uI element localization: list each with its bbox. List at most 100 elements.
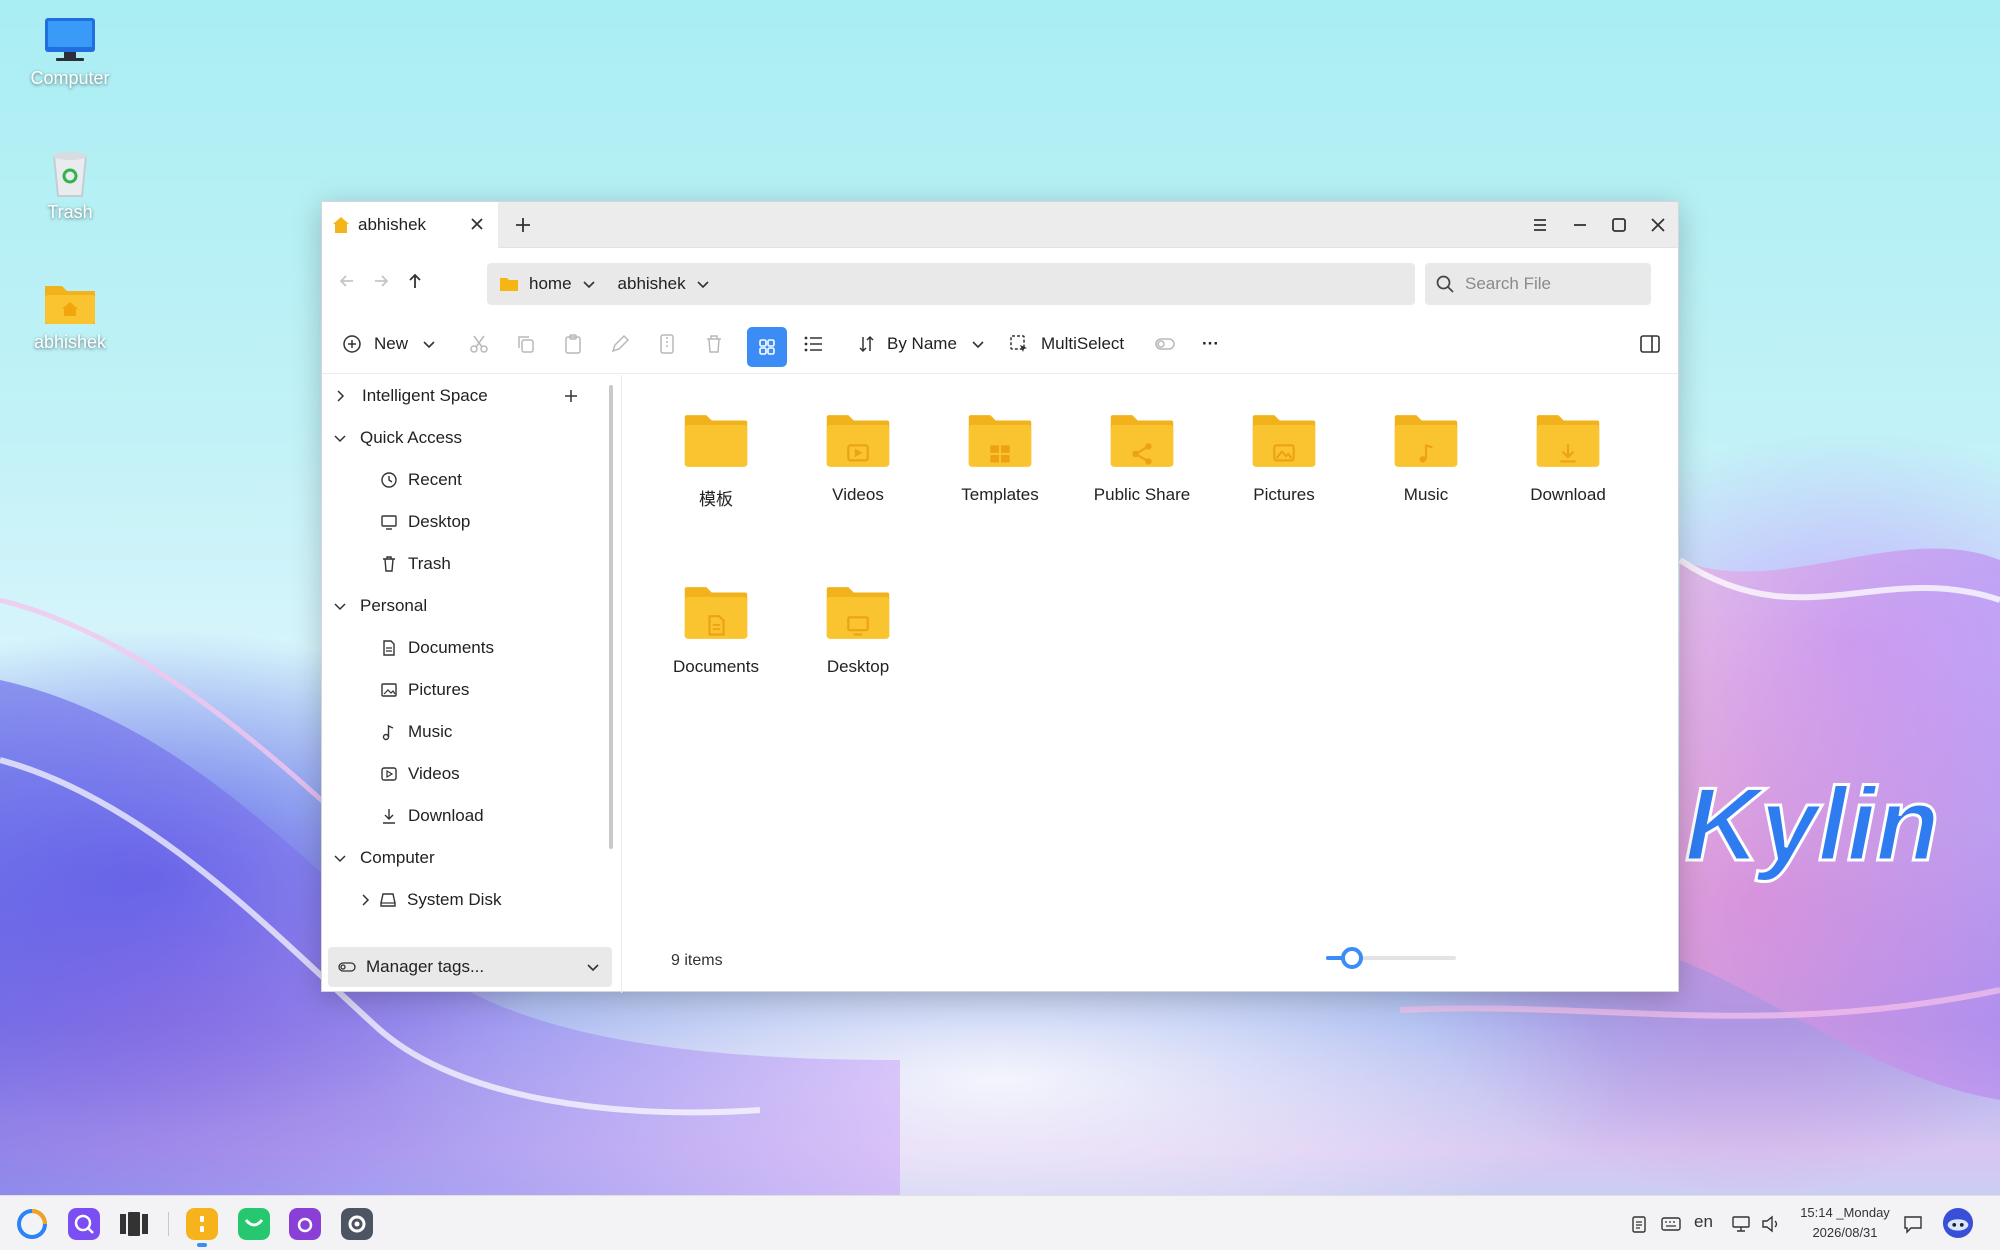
search-input[interactable] [1465,274,1635,294]
multiselect-button[interactable]: MultiSelect [1009,328,1124,360]
disk-icon [380,893,396,907]
file-name: Templates [961,485,1039,504]
search-box[interactable] [1425,263,1651,305]
tab-abhishek[interactable]: abhishek [322,202,498,248]
compress-icon[interactable] [654,331,680,357]
screenshot-app-icon[interactable] [289,1208,321,1240]
paste-icon[interactable] [560,331,586,357]
sidebar-item-label: Intelligent Space [362,386,488,405]
zoom-slider[interactable] [1326,943,1466,973]
sidebar-section-personal[interactable]: Personal [332,589,622,623]
search-app-icon[interactable] [68,1208,100,1240]
file-item-music[interactable]: Music [1355,377,1497,517]
multitask-view-icon[interactable] [118,1208,150,1240]
music-note-icon [382,724,394,741]
taskbar: en 15:14 _Monday 2026/08/31 [0,1195,2000,1250]
file-item-public-share[interactable]: Public Share [1071,377,1213,517]
zoom-handle[interactable] [1341,947,1363,969]
sidebar-item-label: Music [408,722,453,741]
plus-circle-icon [343,335,361,353]
sort-icon [859,335,874,353]
keyboard-icon[interactable] [1660,1213,1682,1235]
file-name: Download [1530,485,1606,504]
toggle-icon[interactable] [1152,331,1178,357]
network-icon[interactable] [1730,1213,1752,1235]
desktop-icon-computer[interactable]: Computer [10,16,130,89]
clock-time: 15:14 _Monday [1800,1205,1890,1220]
item-count: 9 items [671,952,723,969]
breadcrumb-home[interactable]: home [529,274,618,294]
file-item-desktop[interactable]: Desktop [787,549,929,689]
clipboard-icon[interactable] [1628,1213,1650,1235]
file-item-documents[interactable]: Documents [645,549,787,689]
tab-title: abhishek [358,215,427,234]
breadcrumb-abhishek[interactable]: abhishek [618,274,732,294]
new-button[interactable]: New [342,328,436,360]
add-space-icon[interactable] [562,387,580,405]
chevron-down-icon[interactable] [696,277,710,291]
chevron-right-icon [337,390,345,402]
sidebar-item-label: Download [408,806,484,825]
list-view-icon[interactable] [801,331,827,357]
sort-button[interactable]: By Name [857,328,985,360]
rename-pencil-icon[interactable] [607,331,633,357]
minimize-icon[interactable] [1567,212,1593,238]
sidebar-section-quick-access[interactable]: Quick Access [332,421,622,455]
file-item-templates[interactable]: Templates [929,377,1071,517]
up-arrow-icon[interactable] [402,268,428,294]
desktop-icon-label: Computer [30,68,110,88]
navigation-bar: home abhishek [322,248,1678,314]
menu-icon[interactable] [1527,212,1553,238]
settings-app-icon[interactable] [341,1208,373,1240]
sidebar-item-label: Desktop [408,512,471,531]
multiselect-label: MultiSelect [1041,334,1125,353]
notification-icon[interactable] [1902,1213,1924,1235]
sidebar-section-computer[interactable]: Computer [332,841,622,875]
input-language-indicator[interactable]: en [1694,1212,1713,1232]
monitor-small-icon [381,515,397,530]
file-manager-app-icon[interactable] [186,1208,218,1240]
manager-tags-dropdown[interactable]: Manager tags... [328,947,612,987]
file-item-template[interactable]: 模板 [645,377,787,517]
assistant-avatar-icon[interactable] [1942,1207,1974,1239]
volume-icon[interactable] [1760,1213,1782,1235]
video-folder-icon [826,415,890,467]
icon-view-button[interactable] [747,327,787,367]
cut-icon[interactable] [466,331,492,357]
more-options-button[interactable]: ··· [1202,328,1219,360]
forward-arrow-icon[interactable] [368,268,394,294]
sidebar-item-label: Videos [408,764,460,783]
desktop-icon-label: Trash [47,202,93,222]
video-icon [381,767,397,781]
delete-icon[interactable] [701,331,727,357]
sidebar-item-label: Pictures [408,680,470,699]
sidebar-section-label: Computer [360,848,435,867]
file-item-videos[interactable]: Videos [787,377,929,517]
desktop-icon-home-folder[interactable]: abhishek [10,280,130,353]
sidebar: Intelligent Space Quick Access Recent De… [322,375,622,993]
file-item-download[interactable]: Download [1497,377,1639,517]
share-folder-icon [1110,415,1174,467]
sidebar-scrollbar[interactable] [609,385,613,849]
clock-date: 2026/08/31 [1812,1225,1878,1240]
new-tab-icon[interactable] [510,212,536,238]
desktop-icon-trash[interactable]: Trash [10,148,130,223]
preview-panel-icon[interactable] [1637,331,1663,357]
sidebar-item-system-disk[interactable]: System Disk [357,883,647,917]
title-bar: abhishek [322,202,1678,248]
file-item-pictures[interactable]: Pictures [1213,377,1355,517]
maximize-icon[interactable] [1606,212,1632,238]
monitor-icon [45,18,95,61]
new-button-label: New [374,334,409,353]
desktop-icon-label: abhishek [33,332,107,352]
close-icon[interactable] [1645,212,1671,238]
copy-icon[interactable] [513,331,539,357]
chevron-down-icon[interactable] [582,277,596,291]
start-menu-icon[interactable] [16,1208,48,1240]
breadcrumb[interactable]: home abhishek [487,263,1415,305]
back-arrow-icon[interactable] [334,268,360,294]
software-store-icon[interactable] [238,1208,270,1240]
sidebar-item-label: Trash [408,554,451,573]
clock[interactable]: 15:14 _Monday 2026/08/31 [1790,1203,1900,1243]
tab-close-icon[interactable] [466,213,488,235]
